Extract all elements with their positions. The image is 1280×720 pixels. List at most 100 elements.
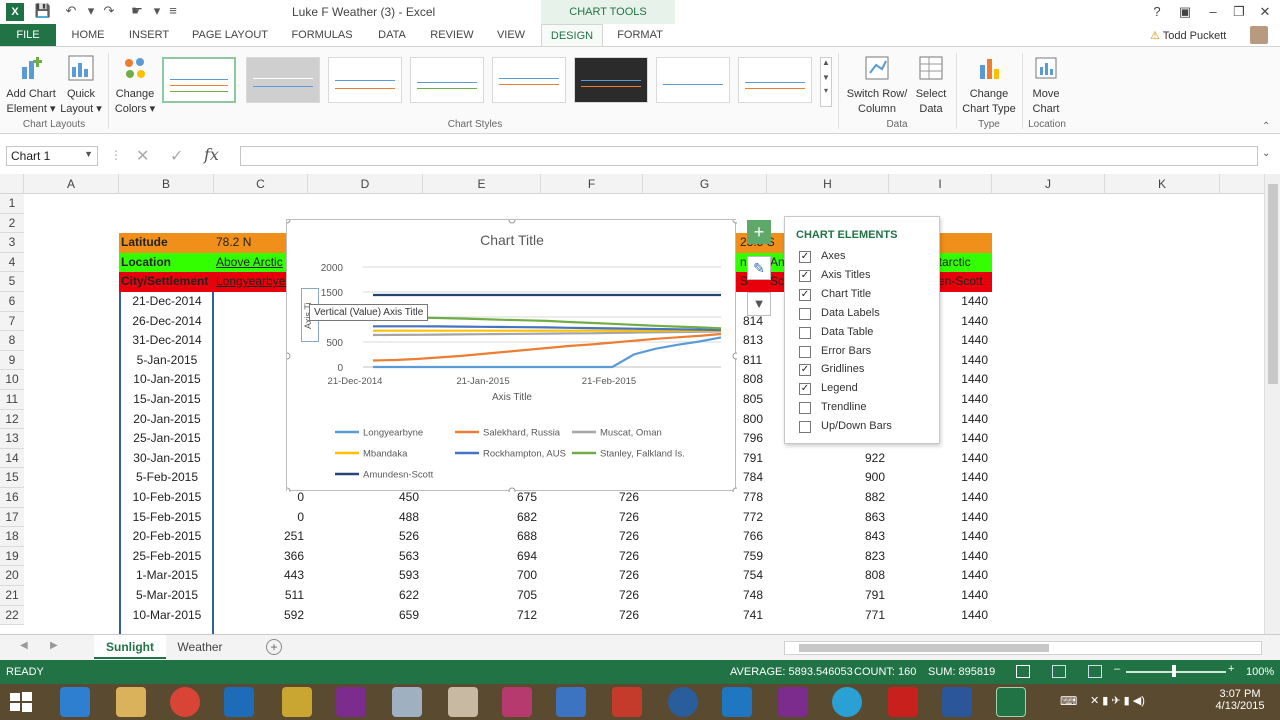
cell-value[interactable]: 443 [214,566,304,586]
cell-value[interactable]: 882 [767,488,885,508]
checkbox[interactable]: ✓ [799,383,811,396]
normal-view-icon[interactable] [1016,665,1030,678]
name-box-dropdown-icon[interactable]: ▼ [84,149,93,159]
new-sheet-icon[interactable]: + [266,639,282,655]
chart-style-3[interactable] [328,57,402,103]
next-sheet-icon[interactable]: ▶ [50,640,58,651]
cell-value[interactable]: 511 [214,586,304,606]
row-header[interactable]: 4 [0,252,24,273]
cell-value[interactable]: 563 [308,547,419,567]
insert-function-icon[interactable]: fx [204,145,219,164]
cell-date[interactable]: 26-Dec-2014 [121,312,213,332]
change-chart-type-button[interactable]: Change Chart Type [958,53,1020,117]
cell-value[interactable]: 726 [541,527,639,547]
chart-styles-button[interactable]: ✎ [747,256,771,280]
undo-icon[interactable]: ↶ [62,3,80,21]
tab-review[interactable]: REVIEW [424,24,480,46]
row-header[interactable]: 16 [0,488,24,508]
cell-value[interactable]: 766 [643,527,767,547]
cell-value[interactable]: 759 [643,547,767,567]
row-header[interactable]: 21 [0,586,24,606]
chart-elements-button[interactable]: + [747,220,771,244]
onenote-2-icon[interactable] [778,687,808,717]
column-header[interactable]: K [1105,174,1220,194]
cell-value[interactable]: 823 [767,547,885,567]
acrobat-icon[interactable] [888,687,918,717]
cell-date[interactable]: 15-Feb-2015 [121,508,213,528]
checkbox[interactable] [799,421,811,434]
cell-value[interactable]: 688 [423,527,537,547]
cell-value[interactable]: 748 [643,586,767,606]
cell-value[interactable]: 1440 [889,508,988,528]
avatar[interactable] [1250,26,1268,44]
cancel-icon[interactable]: ✕ [136,146,149,166]
move-chart-button[interactable]: Move Chart [1024,53,1068,117]
checkbox[interactable]: ✓ [799,288,811,301]
name-box[interactable]: Chart 1 ▼ [6,146,98,166]
column-header[interactable]: B [119,174,214,194]
tab-file[interactable]: FILE [0,24,56,46]
cell-value[interactable]: 1440 [889,449,988,469]
user-name[interactable]: Todd Puckett [1163,30,1227,42]
clock[interactable]: 3:07 PM 4/13/2015 [1212,688,1268,712]
cell-value[interactable]: 863 [767,508,885,528]
resize-handle[interactable] [732,487,737,492]
app-icon-3[interactable] [832,687,862,717]
zoom-level[interactable]: 100% [1246,666,1274,678]
cell-value[interactable]: 726 [541,508,639,528]
cell-date[interactable]: 20-Feb-2015 [121,527,213,547]
page-layout-view-icon[interactable] [1052,665,1066,678]
cell-date[interactable]: 20-Jan-2015 [121,410,213,430]
cell-location-c[interactable]: Above Arctic [216,253,283,273]
start-button[interactable] [8,690,34,714]
chart-filters-button[interactable]: ▼ [747,292,771,316]
row-header[interactable]: 3 [0,233,24,253]
cell-value[interactable]: 705 [423,586,537,606]
cell-value[interactable]: 726 [541,586,639,606]
x-axis-title[interactable]: Axis Title [287,392,737,403]
row-header[interactable]: 12 [0,409,24,430]
tab-format[interactable]: FORMAT [608,24,672,46]
scroll-up-icon[interactable]: ▲ [821,58,831,67]
tab-home[interactable]: HOME [64,24,112,46]
checkbox[interactable] [799,402,811,415]
column-header[interactable]: C [214,174,308,194]
file-explorer-icon[interactable] [116,687,146,717]
cell-value[interactable]: 1440 [889,547,988,567]
select-data-button[interactable]: Select Data [912,53,950,117]
calculator-icon[interactable] [392,687,422,717]
checkbox[interactable]: ✓ [799,364,811,377]
formula-input[interactable] [240,146,1258,166]
cell-value[interactable]: 843 [767,527,885,547]
vertical-scrollbar[interactable] [1264,174,1280,634]
row-header[interactable]: 11 [0,390,24,410]
column-header[interactable]: D [308,174,423,194]
close-icon[interactable]: ✕ [1252,2,1278,22]
resize-handle[interactable] [287,220,291,224]
cell-value[interactable]: 1440 [889,527,988,547]
row-header[interactable]: 10 [0,370,24,390]
cell-value[interactable]: 754 [643,566,767,586]
cell-latitude-value[interactable]: 78.2 N [216,233,251,253]
resize-handle[interactable] [732,220,737,224]
excel-taskbar-icon[interactable] [996,687,1026,717]
row-header[interactable]: 22 [0,605,24,626]
cell-date[interactable]: 30-Jan-2015 [121,449,213,469]
ie-icon[interactable] [60,687,90,717]
row-header[interactable]: 17 [0,507,24,528]
column-header[interactable]: E [423,174,541,194]
chart-style-5[interactable] [492,57,566,103]
cell-value[interactable]: 1440 [889,586,988,606]
notepad-icon[interactable] [282,687,312,717]
resize-handle[interactable] [508,220,516,224]
row-header[interactable]: 18 [0,527,24,547]
chart-style-4[interactable] [410,57,484,103]
onenote-icon[interactable] [336,687,366,717]
cell-value[interactable]: 808 [767,566,885,586]
cell-location-g[interactable]: n [740,253,747,273]
resize-handle[interactable] [732,352,737,360]
app-icon-2[interactable] [502,687,532,717]
zoom-out-icon[interactable]: – [1114,663,1120,675]
cell-value[interactable]: 700 [423,566,537,586]
chart-style-6[interactable] [574,57,648,103]
